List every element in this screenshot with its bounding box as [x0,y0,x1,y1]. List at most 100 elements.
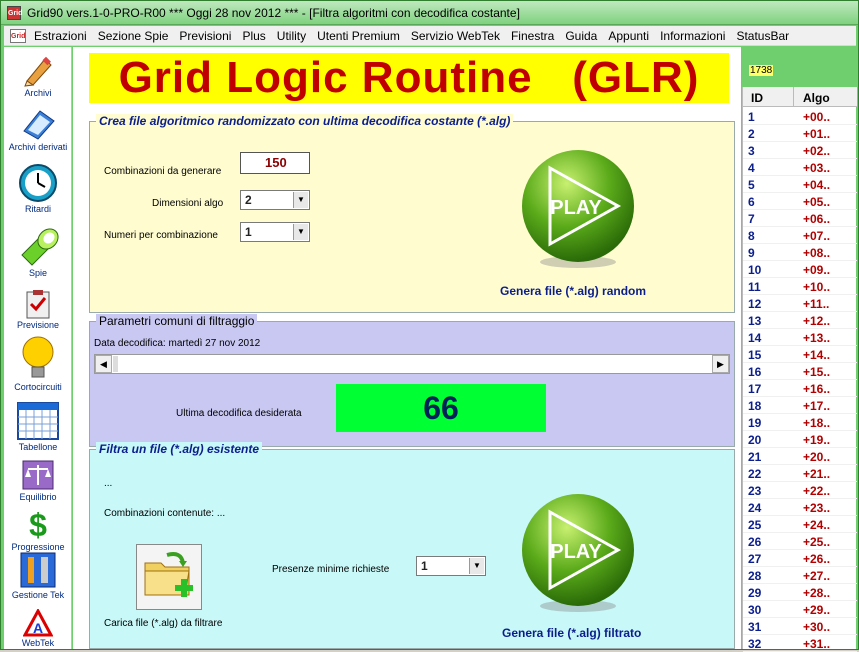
menu-item-estrazioni[interactable]: Estrazioni [34,29,87,43]
tool-previsione[interactable]: Previsione [4,289,72,330]
table-row[interactable]: 12 +11.. [743,295,857,312]
table-row[interactable]: 32 +31.. [743,635,857,652]
cell-id: 15 [748,348,762,362]
tool-gestione-tek[interactable]: Gestione Tek [4,551,72,600]
table-row[interactable]: 31 +30.. [743,618,857,635]
table-row[interactable]: 20 +19.. [743,431,857,448]
table-row[interactable]: 21 +20.. [743,448,857,465]
table-row[interactable]: 30 +29.. [743,601,857,618]
table-row[interactable]: 17 +16.. [743,380,857,397]
tool-webtek[interactable]: A WebTek [4,609,72,648]
table-row[interactable]: 23 +22.. [743,482,857,499]
play-random-button[interactable]: PLAY [518,150,638,270]
scroll-right-icon[interactable]: ▶ [712,355,729,373]
tool-archivi[interactable]: Archivi [4,55,72,98]
comb-input[interactable]: 150 [240,152,310,174]
cell-id: 3 [748,144,755,158]
table-row[interactable]: 15 +14.. [743,346,857,363]
tool-ritardi[interactable]: Ritardi [4,163,72,214]
table-row[interactable]: 2 +01.. [743,125,857,142]
column-header-algo[interactable]: Algo [803,91,830,105]
svg-text:$: $ [29,507,47,541]
menu-item-previsioni[interactable]: Previsioni [179,29,231,43]
table-row[interactable]: 13 +12.. [743,312,857,329]
tool-cortocircuiti[interactable]: Cortocircuiti [4,335,72,392]
table-row[interactable]: 3 +02.. [743,142,857,159]
table-row[interactable]: 4 +03.. [743,159,857,176]
section-filter: Filtra un file (*.alg) esistente ... Com… [89,442,735,649]
cell-algo: +25.. [803,535,831,549]
table-row[interactable]: 27 +26.. [743,550,857,567]
menu-item-appunti[interactable]: Appunti [608,29,649,43]
chevron-down-icon[interactable]: ▼ [293,224,308,240]
chevron-down-icon[interactable]: ▼ [293,192,308,208]
scroll-thumb[interactable] [113,356,118,372]
table-row[interactable]: 22 +21.. [743,465,857,482]
tool-spie[interactable]: Spie [4,225,72,278]
table-row[interactable]: 14 +13.. [743,329,857,346]
table-row[interactable]: 16 +15.. [743,363,857,380]
table-row[interactable]: 9 +08.. [743,244,857,261]
clock-icon [19,164,57,202]
menu-item-plus[interactable]: Plus [242,29,265,43]
menu-item-statusbar[interactable]: StatusBar [736,29,789,43]
tool-archivi-derivati[interactable]: Archivi derivati [4,107,72,152]
main-panel: Grid Logic Routine (GLR) Crea file algor… [73,47,741,649]
title-bar[interactable]: Grid Grid90 vers.1-0-PRO-R00 *** Oggi 28… [1,1,858,25]
load-file-button[interactable] [136,544,202,610]
play-filter-button[interactable]: PLAY [518,494,638,614]
table-row[interactable]: 29 +28.. [743,584,857,601]
cell-id: 26 [748,535,762,549]
folder-add-icon [144,552,193,597]
menu-bar: Grid Estrazioni Sezione Spie Previsioni Plu… [4,26,856,46]
cell-id: 21 [748,450,762,464]
cell-id: 5 [748,178,755,192]
table-row[interactable]: 18 +17.. [743,397,857,414]
document-icon[interactable]: Grid [10,29,26,43]
cell-id: 4 [748,161,755,175]
presence-select[interactable]: 1 ▼ [416,556,486,576]
chevron-down-icon[interactable]: ▼ [469,558,484,574]
counter-value: 1738 [749,65,774,76]
menu-item-utility[interactable]: Utility [277,29,306,43]
table-row[interactable]: 25 +24.. [743,516,857,533]
num-select[interactable]: 1 ▼ [240,222,310,242]
tool-progressione[interactable]: $ Progressione [4,507,72,552]
table-row[interactable]: 24 +23.. [743,499,857,516]
column-header-id[interactable]: ID [751,91,763,105]
menu-item-informazioni[interactable]: Informazioni [660,29,725,43]
menu-item-sezione-spie[interactable]: Sezione Spie [98,29,169,43]
table-row[interactable]: 5 +04.. [743,176,857,193]
num-label: Numeri per combinazione [104,230,218,241]
cell-algo: +14.. [803,348,831,362]
menu-item-servizio-webtek[interactable]: Servizio WebTek [411,29,500,43]
table-row[interactable]: 8 +07.. [743,227,857,244]
tool-label: Archivi derivati [8,142,68,152]
table-row[interactable]: 7 +06.. [743,210,857,227]
table-row[interactable]: 28 +27.. [743,567,857,584]
table-row[interactable]: 1 +00.. [743,108,857,125]
table-row[interactable]: 11 +10.. [743,278,857,295]
table-row[interactable]: 6 +05.. [743,193,857,210]
section-random: Crea file algoritmico randomizzato con u… [89,114,735,313]
date-scrollbar[interactable]: ◀ ▶ [94,354,730,374]
menu-item-finestra[interactable]: Finestra [511,29,554,43]
table-row[interactable]: 26 +25.. [743,533,857,550]
app-icon: Grid [7,6,22,20]
notebook-icon [23,110,55,140]
tool-tabellone[interactable]: Tabellone [4,401,72,452]
scroll-left-icon[interactable]: ◀ [95,355,112,373]
table-row[interactable]: 19 +18.. [743,414,857,431]
cell-id: 7 [748,212,755,226]
menu-item-utenti-premium[interactable]: Utenti Premium [317,29,400,43]
tool-equilibrio[interactable]: Equilibrio [4,459,72,502]
cell-id: 24 [748,501,762,515]
dim-select[interactable]: 2 ▼ [240,190,310,210]
cell-algo: +28.. [803,586,831,600]
section-random-legend: Crea file algoritmico randomizzato con u… [96,114,514,128]
menu-item-guida[interactable]: Guida [565,29,597,43]
table-header: ID Algo [743,87,857,107]
table-row[interactable]: 10 +09.. [743,261,857,278]
tools-icon [20,552,56,588]
menu-items: Estrazioni Sezione Spie Previsioni Plus Util… [34,29,800,43]
